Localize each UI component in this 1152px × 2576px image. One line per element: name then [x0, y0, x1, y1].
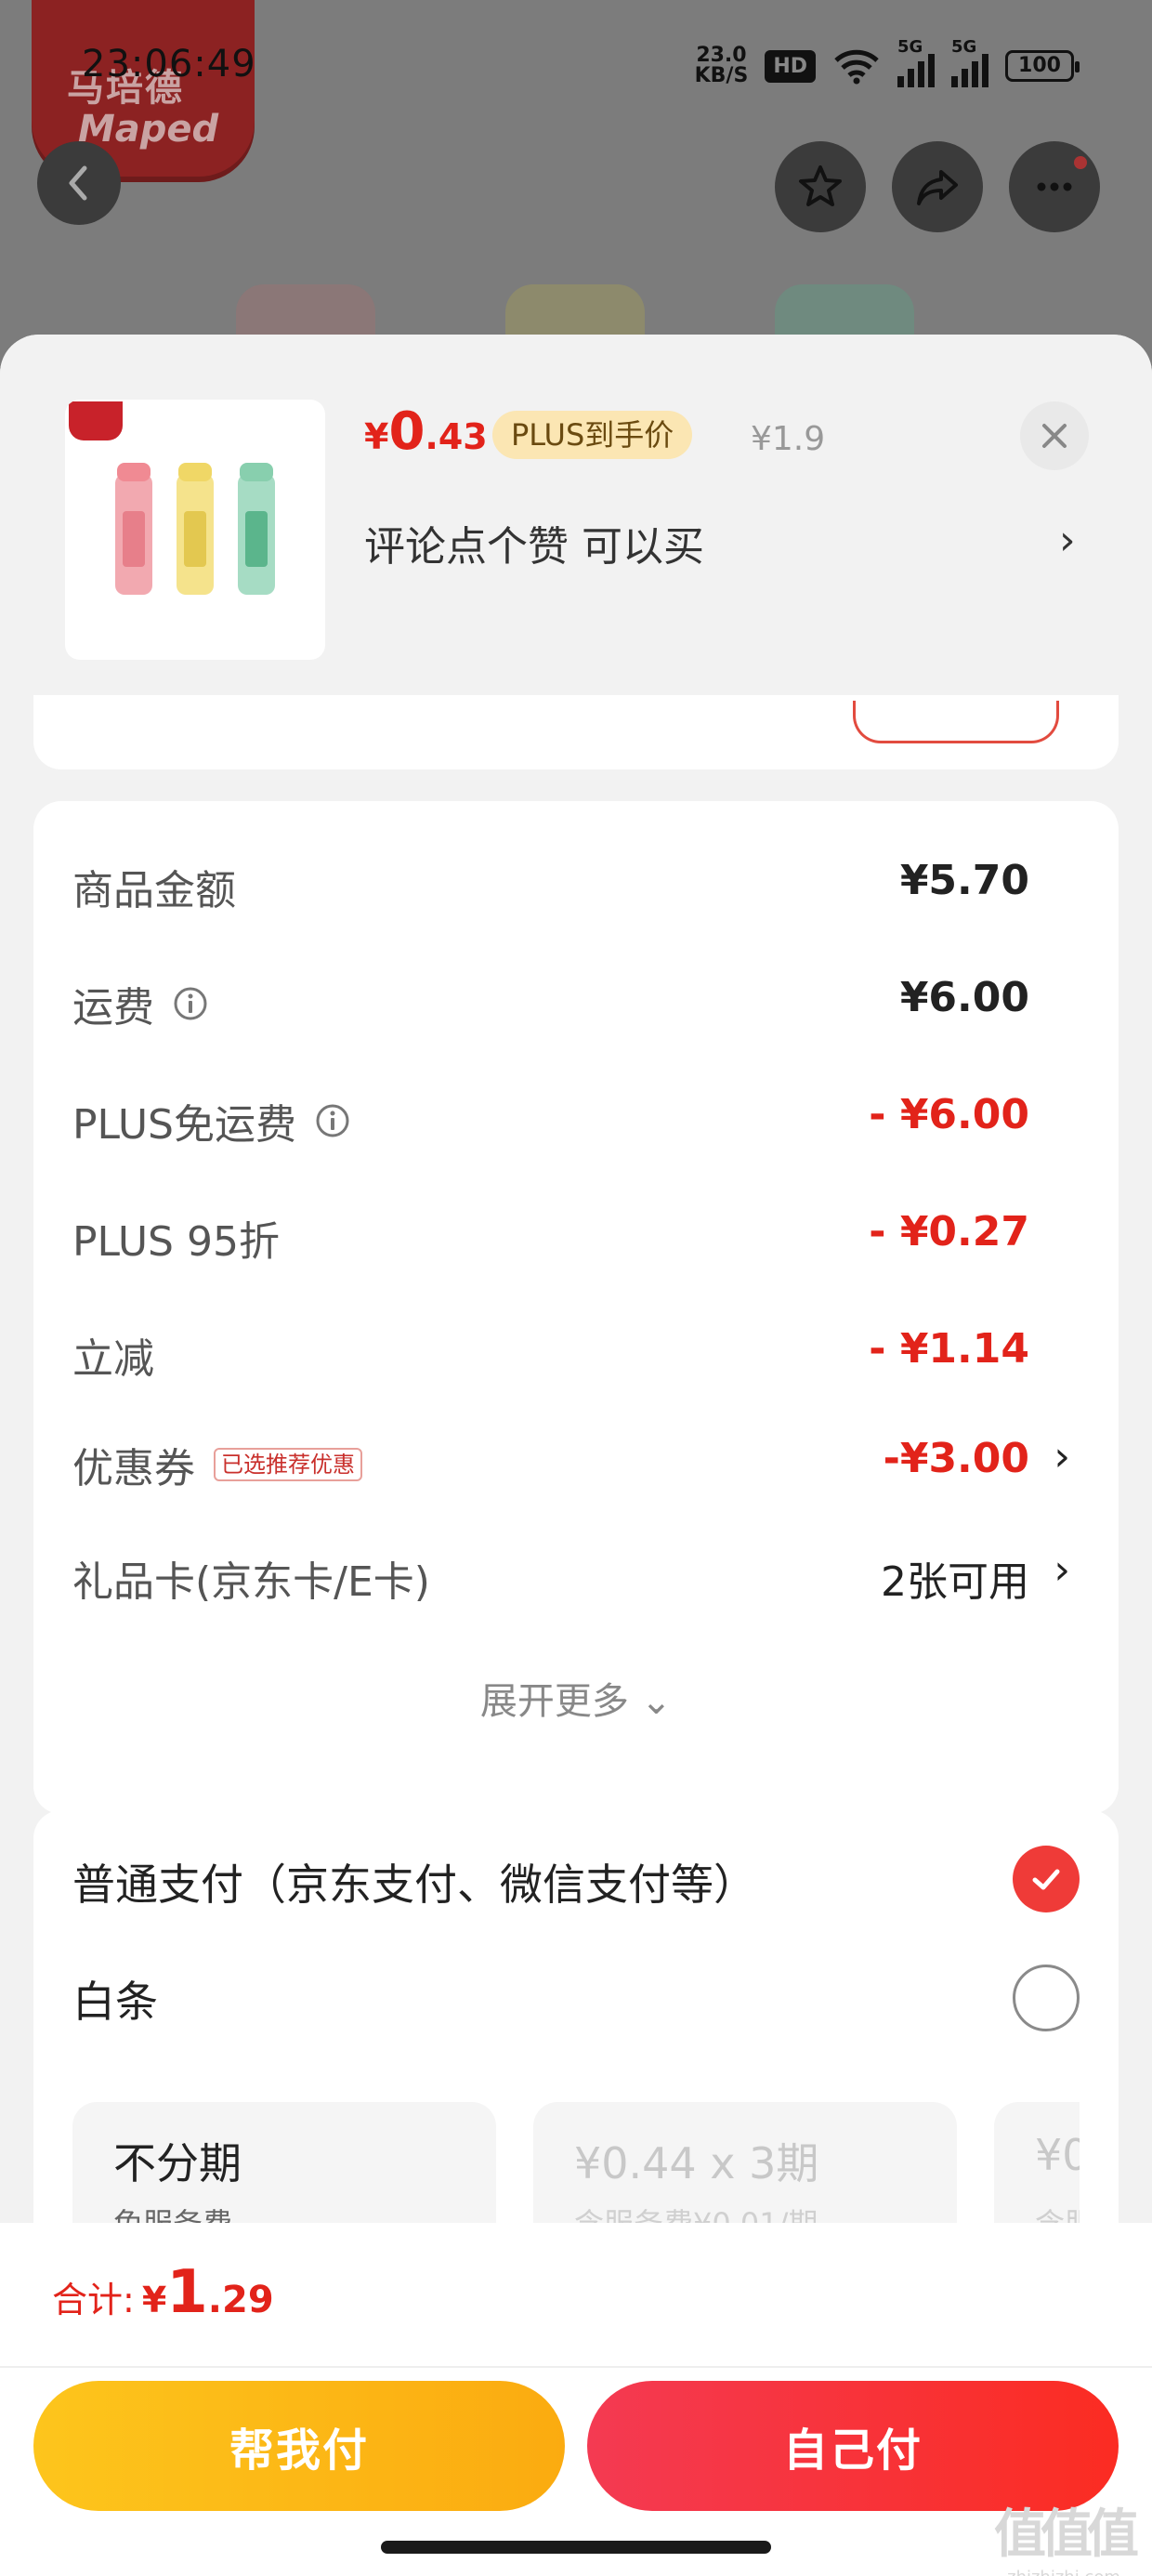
cost-row-instant-discount: 立减 - ¥1.14 — [33, 1314, 1119, 1388]
cost-value: 2张可用 — [881, 1558, 1029, 1606]
product-thumbnail[interactable] — [65, 400, 325, 660]
cost-label: 立减 — [72, 1335, 154, 1383]
unselected-radio-icon[interactable] — [1013, 1965, 1080, 2031]
cost-value: -¥3.00 — [883, 1435, 1029, 1482]
total-label: 合计: — [52, 2280, 135, 2320]
battery-icon: 100 — [1005, 50, 1080, 82]
price-symbol: ¥ — [364, 416, 389, 457]
payment-option-baitiao[interactable]: 白条 — [33, 1953, 1119, 2037]
signal-label-1: 5G — [897, 37, 923, 57]
chevron-right-icon[interactable]: › — [1054, 1433, 1070, 1480]
self-pay-button[interactable]: 自己付 — [587, 2381, 1119, 2511]
network-speed-unit: KB/S — [694, 64, 749, 87]
expand-more-button[interactable]: 展开更多 ⌄ — [33, 1671, 1119, 1725]
plus-price-badge: PLUS到手价 — [492, 411, 693, 459]
brand-logo-en: Maped — [78, 108, 219, 151]
cost-label: 运费 — [72, 984, 154, 1032]
status-time: 23:06:49 — [82, 43, 256, 85]
expand-more-label: 展开更多 — [479, 1680, 629, 1723]
wifi-icon — [834, 49, 879, 85]
cost-value: - ¥1.14 — [869, 1325, 1029, 1373]
favorite-button[interactable] — [775, 141, 866, 232]
price-decimal: .43 — [425, 416, 488, 457]
info-icon[interactable] — [315, 1103, 350, 1138]
watermark-logo: 值值值 — [994, 2504, 1139, 2565]
network-speed-value: 23.0 — [696, 44, 747, 67]
cost-value: ¥6.00 — [899, 974, 1029, 1021]
cost-row-shipping: 运费 ¥6.00 — [33, 963, 1119, 1037]
help-pay-button[interactable]: 帮我付 — [33, 2381, 565, 2511]
plan-title: ¥0.44 x 3期 — [574, 2138, 819, 2188]
star-icon — [799, 165, 842, 206]
cost-row-subtotal: 商品金额 ¥5.70 — [33, 846, 1119, 920]
order-total: 合计: ¥ 1 .29 — [52, 2258, 274, 2327]
cost-label: 礼品卡(京东卡/E卡) — [72, 1558, 430, 1606]
product-tube-pink — [236, 284, 375, 340]
close-button[interactable] — [1020, 401, 1089, 470]
divider — [0, 2366, 1152, 2368]
status-icons: 23.0 KB/S HD 5G 5G 100 — [695, 37, 1080, 87]
total-decimal: .29 — [207, 2279, 274, 2321]
share-button[interactable] — [892, 141, 983, 232]
product-summary: ¥ 0 .43 PLUS到手价 ¥1.9 评论点个赞 可以买 › — [0, 335, 1152, 695]
payment-option-label: 白条 — [72, 1977, 158, 2027]
selected-check-icon[interactable] — [1013, 1846, 1080, 1912]
share-icon — [917, 170, 958, 205]
recommended-coupon-tag: 已选推荐优惠 — [214, 1448, 362, 1481]
cost-label: 商品金额 — [72, 867, 236, 914]
cost-value: - ¥0.27 — [869, 1208, 1029, 1255]
total-symbol: ¥ — [141, 2280, 167, 2320]
signal-icon-2: 5G — [951, 37, 988, 87]
home-indicator[interactable] — [381, 2541, 771, 2554]
cost-row-plus-free-shipping: PLUS免运费 - ¥6.00 — [33, 1080, 1119, 1154]
product-tube-green — [775, 284, 914, 340]
thumbnail-brand-logo — [69, 401, 123, 440]
payment-option-label: 普通支付（京东支付、微信支付等） — [72, 1860, 756, 1910]
checkout-footer: 合计: ¥ 1 .29 帮我付 自己付 值值值 zhizhizhi.com — [0, 2223, 1152, 2576]
checkout-screen: 马培德 Maped 23:06:49 23.0 KB/S HD 5G 5G 10… — [0, 0, 1152, 2576]
cost-label: PLUS 95折 — [72, 1218, 280, 1266]
cost-label: PLUS免运费 — [72, 1101, 296, 1149]
total-integer: 1 — [166, 2258, 208, 2327]
cost-breakdown-card: 商品金额 ¥5.70 运费 ¥6.00 PLUS免运费 - ¥6.00 PLUS… — [33, 801, 1119, 1814]
watermark: 值值值 zhizhizhi.com — [994, 2492, 1139, 2576]
more-button[interactable] — [1009, 141, 1100, 232]
plan-title: ¥0 — [1035, 2130, 1080, 2180]
watermark-url: zhizhizhi.com — [994, 2568, 1133, 2576]
cost-value: - ¥6.00 — [869, 1091, 1029, 1138]
cost-row-gift-card[interactable]: 礼品卡(京东卡/E卡) 2张可用 › — [33, 1537, 1119, 1611]
cost-row-coupon[interactable]: 优惠券 已选推荐优惠 -¥3.00 › — [33, 1424, 1119, 1498]
back-button[interactable] — [37, 141, 121, 225]
plan-title: 不分期 — [113, 2138, 242, 2188]
hd-badge-icon: HD — [765, 49, 816, 83]
signal-icon-1: 5G — [897, 37, 935, 87]
info-icon[interactable] — [173, 986, 208, 1021]
chevron-right-icon[interactable]: › — [1059, 517, 1076, 564]
signal-label-2: 5G — [951, 37, 977, 57]
payment-option-normal[interactable]: 普通支付（京东支付、微信支付等） — [33, 1836, 1119, 1920]
price-integer: 0 — [388, 401, 425, 462]
cost-value: ¥5.70 — [899, 857, 1029, 904]
more-icon — [1037, 182, 1072, 191]
product-page-backdrop: 马培德 Maped 23:06:49 23.0 KB/S HD 5G 5G 10… — [0, 0, 1152, 390]
chevron-right-icon[interactable]: › — [1054, 1546, 1070, 1594]
chevron-down-icon: ⌄ — [640, 1680, 673, 1723]
cost-row-plus-discount: PLUS 95折 - ¥0.27 — [33, 1197, 1119, 1271]
cost-label: 优惠券 — [72, 1445, 195, 1492]
original-price: ¥1.9 — [751, 420, 826, 458]
notification-dot — [1074, 156, 1087, 169]
network-speed: 23.0 KB/S — [695, 46, 749, 86]
product-tube-yellow — [505, 284, 645, 340]
plus-price: ¥ 0 .43 — [364, 401, 488, 462]
product-subtitle[interactable]: 评论点个赞 可以买 — [364, 513, 704, 572]
back-icon — [69, 165, 87, 201]
close-icon — [1042, 424, 1067, 448]
previous-section-button-edge[interactable] — [853, 701, 1059, 743]
